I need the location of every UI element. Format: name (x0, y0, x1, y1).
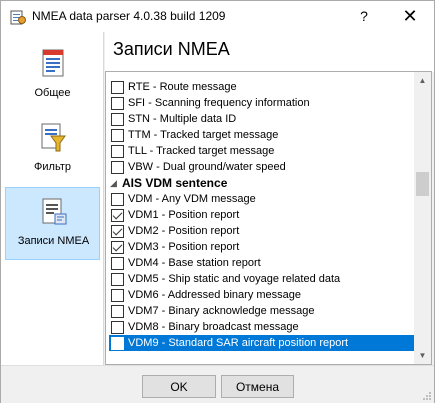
list-item-label: TTM - Tracked target message (128, 129, 279, 141)
list-item[interactable]: RTE - Route message (109, 79, 417, 95)
scroll-up-icon[interactable]: ▲ (414, 72, 431, 89)
scroll-down-icon[interactable]: ▼ (414, 347, 431, 364)
list-item[interactable]: VDM9 - Standard SAR aircraft position re… (109, 335, 417, 351)
sidebar-item-nmea-records[interactable]: Записи NMEA (5, 187, 100, 260)
list-item[interactable]: TLL - Tracked target message (109, 143, 417, 159)
nmea-records-list[interactable]: RTE - Route message SFI - Scanning freque… (105, 71, 432, 365)
collapse-arrow-icon[interactable]: ◢ (110, 178, 120, 189)
dialog-footer: OK Отмена (1, 365, 434, 403)
list-item-label: VDM - Any VDM message (128, 193, 256, 205)
record-checkbox[interactable] (111, 224, 124, 238)
sidebar-item-label: Фильтр (34, 161, 71, 173)
record-checkbox[interactable] (111, 272, 124, 286)
record-checkbox[interactable] (111, 240, 124, 254)
record-checkbox[interactable] (111, 192, 124, 206)
record-checkbox[interactable] (111, 336, 124, 350)
list-item[interactable]: VDM - Any VDM message (109, 191, 417, 207)
list-item-label: VDM3 - Position report (128, 241, 240, 253)
document-icon (42, 49, 64, 77)
help-button[interactable]: ? (341, 1, 387, 31)
dialog-window: NMEA data parser 4.0.38 build 1209 ? ✕ О… (0, 0, 435, 403)
records-icon (42, 198, 67, 225)
cancel-button[interactable]: Отмена (221, 375, 294, 398)
page-header: Записи NMEA (105, 32, 434, 72)
list-item[interactable]: VDM8 - Binary broadcast message (109, 319, 417, 335)
record-checkbox[interactable] (111, 320, 124, 334)
list-item-label: VDM7 - Binary acknowledge message (128, 305, 315, 317)
list-item-label: VDM1 - Position report (128, 209, 240, 221)
list-item[interactable]: STN - Multiple data ID (109, 111, 417, 127)
record-checkbox[interactable] (111, 208, 124, 222)
vertical-scrollbar[interactable]: ▲ ▼ (414, 72, 431, 364)
sidebar-item-label: Записи NMEA (17, 235, 90, 247)
list-item[interactable]: VDM7 - Binary acknowledge message (109, 303, 417, 319)
sidebar-item-label: Общее (34, 87, 71, 99)
list-item-label: RTE - Route message (128, 81, 237, 93)
filter-icon (41, 123, 66, 152)
sidebar-item-filter[interactable]: Фильтр (5, 114, 100, 187)
list-item-label: VDM6 - Addressed binary message (128, 289, 302, 301)
sidebar-item-general[interactable]: Общее (5, 40, 100, 113)
list-item-label: VBW - Dual ground/water speed (128, 161, 286, 173)
record-checkbox[interactable] (111, 304, 124, 318)
record-checkbox[interactable] (111, 256, 124, 270)
list-item[interactable]: VDM6 - Addressed binary message (109, 287, 417, 303)
resize-grip-icon[interactable] (422, 391, 432, 401)
list-item[interactable]: VDM1 - Position report (109, 207, 417, 223)
record-checkbox[interactable] (111, 144, 124, 158)
record-checkbox[interactable] (111, 112, 124, 126)
list-item[interactable]: SFI - Scanning frequency information (109, 95, 417, 111)
close-button[interactable]: ✕ (387, 1, 433, 31)
list-item[interactable]: VDM4 - Base station report (109, 255, 417, 271)
list-item[interactable]: VDM3 - Position report (109, 239, 417, 255)
app-icon (10, 10, 26, 25)
list-item-label: VDM5 - Ship static and voyage related da… (128, 273, 341, 285)
record-checkbox[interactable] (111, 80, 124, 94)
list-item-label: VDM4 - Base station report (128, 257, 261, 269)
sidebar-nav: Общее Фильтр Записи NMEA (1, 32, 104, 365)
list-item-label: VDM2 - Position report (128, 225, 240, 237)
group-header-ais-vdm[interactable]: ◢ AIS VDM sentence (106, 175, 414, 191)
group-label: AIS VDM sentence (122, 176, 228, 190)
ok-button[interactable]: OK (142, 375, 216, 398)
list-item[interactable]: VBW - Dual ground/water speed (109, 159, 417, 175)
list-item-label: SFI - Scanning frequency information (128, 97, 310, 109)
list-item-label: VDM8 - Binary broadcast message (128, 321, 299, 333)
record-checkbox[interactable] (111, 160, 124, 174)
list-item[interactable]: TTM - Tracked target message (109, 127, 417, 143)
record-checkbox[interactable] (111, 96, 124, 110)
list-item[interactable]: VDM2 - Position report (109, 223, 417, 239)
list-item-label: STN - Multiple data ID (128, 113, 237, 125)
title-bar[interactable]: NMEA data parser 4.0.38 build 1209 ? ✕ (1, 1, 434, 32)
list-item-label: VDM9 - Standard SAR aircraft position re… (128, 337, 349, 349)
record-checkbox[interactable] (111, 288, 124, 302)
record-checkbox[interactable] (111, 128, 124, 142)
window-title: NMEA data parser 4.0.38 build 1209 (32, 9, 226, 23)
list-item[interactable]: VDM5 - Ship static and voyage related da… (109, 271, 417, 287)
list-item-label: TLL - Tracked target message (128, 145, 275, 157)
scrollbar-thumb[interactable] (416, 172, 429, 196)
page-title: Записи NMEA (113, 39, 230, 59)
